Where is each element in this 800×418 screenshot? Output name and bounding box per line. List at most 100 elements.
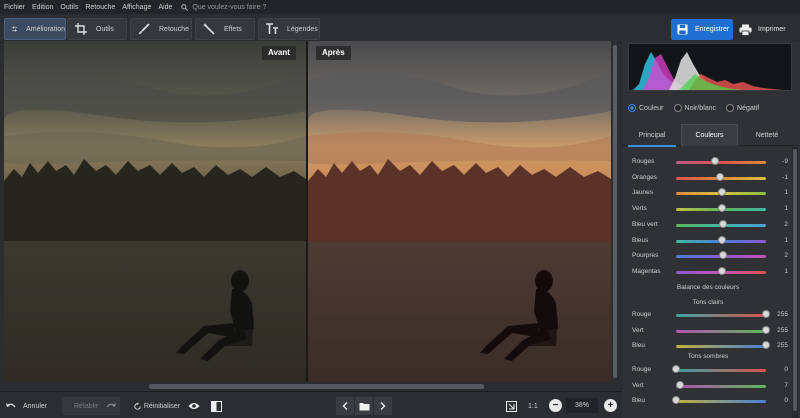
color-mode-negatif[interactable]: Négatif (726, 104, 759, 112)
chevron-right-icon (380, 402, 386, 410)
print-button[interactable]: Imprimer (737, 19, 795, 40)
zoom-in-button[interactable]: + (604, 399, 617, 412)
tab-couleurs[interactable]: Couleurs (681, 124, 738, 146)
menu-outils[interactable]: Outils (60, 4, 78, 11)
shadow-rouge[interactable]: Rouge 0 (628, 364, 788, 376)
shadow-vert[interactable]: Vert 7 (628, 380, 788, 392)
highlight-rouge-track[interactable] (676, 314, 766, 317)
next-image-button[interactable] (374, 397, 392, 415)
zoom-out-button[interactable]: − (549, 399, 562, 412)
text-icon (266, 23, 278, 34)
slider-rouges-knob[interactable] (710, 157, 719, 165)
reset-button[interactable]: Réinitialiser (134, 397, 180, 415)
slider-pourpres-knob[interactable] (718, 251, 727, 260)
highlight-bleu[interactable]: Bleu 255 (628, 340, 788, 352)
floppy-icon (677, 24, 688, 35)
slider-magentas-knob[interactable] (717, 266, 726, 275)
highlight-vert[interactable]: Vert 255 (628, 325, 788, 337)
highlight-rouge[interactable]: Rouge 255 (628, 309, 788, 321)
menu-edition[interactable]: Edition (32, 4, 53, 11)
highlight-bleu-label: Bleu (632, 342, 646, 349)
undo-icon (6, 403, 16, 408)
slider-bleus[interactable]: Bleus 1 (628, 235, 788, 247)
previous-image-button[interactable] (336, 397, 354, 415)
open-folder-button[interactable] (355, 397, 373, 415)
slider-bleus-value: 1 (784, 236, 788, 244)
undo-button[interactable]: Annuler (6, 397, 60, 415)
shadow-rouge-track[interactable] (676, 369, 766, 372)
slider-magentas[interactable]: Magentas 1 (628, 266, 788, 278)
slider-verts-knob[interactable] (717, 204, 726, 213)
shadow-bleu[interactable]: Bleu 0 (628, 395, 788, 407)
tab-outils[interactable]: Outils (67, 18, 127, 40)
slider-verts-label: Verts (632, 205, 647, 213)
fit-screen-button[interactable] (504, 397, 518, 415)
after-image (308, 41, 611, 382)
highlight-rouge-knob[interactable] (762, 310, 770, 318)
shadow-vert-track[interactable] (676, 384, 766, 388)
slider-bleu-vert-knob[interactable] (718, 219, 727, 228)
adjustment-panel: Couleur Noir/blanc Négatif Principal Cou… (622, 41, 800, 418)
color-mode-couleur[interactable]: Couleur (628, 104, 664, 112)
vertical-scrollbar[interactable] (611, 41, 619, 382)
zoom-actual-button[interactable]: 1:1 (528, 397, 542, 415)
search-box[interactable]: Que voulez-vous faire ? (181, 4, 266, 11)
color-mode-noir-blanc-label: Noir/blanc (684, 104, 717, 112)
preview-toggle-button[interactable] (186, 397, 202, 415)
slider-oranges-knob[interactable] (716, 172, 725, 181)
slider-rouges[interactable]: Rouges -9 (628, 156, 788, 168)
slider-pourpres[interactable]: Pourpres 2 (628, 250, 788, 262)
highlights-title: Tons clairs (692, 299, 724, 306)
slider-bleus-knob[interactable] (717, 235, 726, 244)
tab-effets-label: Effets (224, 25, 242, 33)
tab-amelioration[interactable]: Amélioration (4, 18, 66, 40)
slider-jaunes[interactable]: Jaunes 1 (628, 187, 788, 199)
zoom-level[interactable]: 38% (566, 398, 598, 413)
menu-fichier[interactable]: Fichier (4, 4, 25, 11)
highlight-vert-track[interactable] (676, 329, 766, 333)
color-mode-noir-blanc[interactable]: Noir/blanc (673, 104, 717, 112)
save-button[interactable]: Enregistrer (671, 19, 733, 40)
slider-rouges-track[interactable] (676, 161, 766, 164)
slider-jaunes-knob[interactable] (717, 188, 726, 197)
tab-principal[interactable]: Principal (626, 124, 678, 146)
color-mode-group: Couleur Noir/blanc Négatif (628, 101, 792, 115)
redo-button[interactable]: Rétablir (62, 397, 120, 415)
slider-oranges-value: -1 (782, 173, 788, 181)
highlight-bleu-track[interactable] (676, 345, 766, 348)
radio-dot (673, 104, 682, 112)
shadow-bleu-knob[interactable] (672, 396, 680, 404)
horizontal-scrollbar[interactable] (4, 382, 611, 391)
slider-oranges[interactable]: Oranges -1 (628, 172, 788, 184)
shadow-rouge-knob[interactable] (672, 365, 680, 373)
slider-rouges-value: -9 (782, 158, 788, 165)
tab-nettete[interactable]: Netteté (741, 124, 793, 146)
undo-label: Annuler (23, 402, 48, 410)
tab-effets[interactable]: Effets (195, 18, 255, 40)
highlight-vert-knob[interactable] (762, 325, 770, 334)
vertical-scroll-thumb[interactable] (613, 45, 617, 378)
redo-icon (106, 403, 117, 408)
menu-aide[interactable]: Aide (158, 4, 172, 11)
menu-retouche[interactable]: Retouche (85, 4, 115, 11)
horizontal-scroll-thumb[interactable] (149, 384, 484, 389)
tab-outils-label: Outils (96, 25, 114, 33)
tab-legendes[interactable]: Légendes (258, 18, 320, 40)
tab-retouche[interactable]: Retouche (130, 18, 192, 40)
image-viewer[interactable]: Avant Après (4, 41, 611, 382)
slider-magentas-label: Magentas (632, 267, 661, 275)
compare-button[interactable] (208, 397, 224, 415)
search-placeholder: Que voulez-vous faire ? (192, 3, 267, 11)
slider-pourpres-value: 2 (784, 252, 788, 260)
slider-bleu-vert[interactable]: Bleu vert 2 (628, 219, 788, 231)
slider-verts[interactable]: Verts 1 (628, 203, 788, 215)
shadow-vert-knob[interactable] (675, 380, 684, 389)
panel-scrollbar[interactable] (792, 147, 798, 418)
before-image (4, 41, 306, 382)
highlight-bleu-knob[interactable] (762, 341, 770, 349)
menu-affichage[interactable]: Affichage (122, 4, 151, 11)
panel-scroll-thumb[interactable] (793, 149, 797, 411)
shadow-rouge-label: Rouge (632, 366, 652, 373)
shadow-bleu-track[interactable] (676, 400, 766, 403)
slider-rouges-label: Rouges (632, 158, 655, 165)
